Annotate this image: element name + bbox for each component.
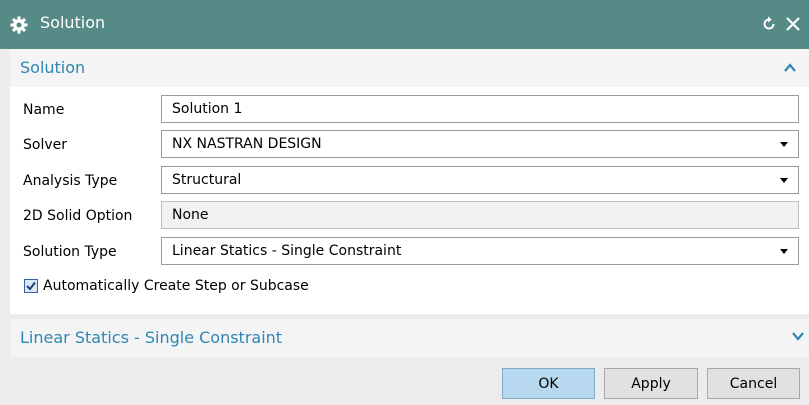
ok-button[interactable]: OK xyxy=(502,368,595,399)
chevron-up-icon[interactable] xyxy=(783,61,797,75)
solution-type-label: Solution Type xyxy=(23,244,117,260)
analysis-type-label: Analysis Type xyxy=(23,173,118,189)
auto-create-checkbox[interactable] xyxy=(24,279,38,293)
solver-value: NX NASTRAN DESIGN xyxy=(172,136,322,152)
section-header-solution[interactable]: Solution xyxy=(10,49,809,87)
dropdown-arrow-icon xyxy=(780,178,788,183)
dialog-titlebar: Solution xyxy=(0,0,809,49)
apply-button[interactable]: Apply xyxy=(604,368,698,399)
name-value: Solution 1 xyxy=(172,101,243,117)
dropdown-arrow-icon xyxy=(780,142,788,147)
dropdown-arrow-icon xyxy=(780,249,788,254)
auto-create-label[interactable]: Automatically Create Step or Subcase xyxy=(43,278,309,294)
analysis-type-select[interactable]: Structural xyxy=(161,166,799,194)
solution-panel: Solution Name Solution 1 Solver NX NASTR… xyxy=(10,49,809,314)
solid-option-2d-value: None xyxy=(172,207,209,223)
close-icon[interactable] xyxy=(785,16,801,32)
gear-icon xyxy=(10,16,28,34)
solid-option-2d-label: 2D Solid Option xyxy=(23,208,133,224)
cancel-button[interactable]: Cancel xyxy=(707,368,800,399)
chevron-down-icon[interactable] xyxy=(791,329,805,343)
reset-icon[interactable] xyxy=(760,15,778,33)
solver-label: Solver xyxy=(23,137,67,153)
solver-select[interactable]: NX NASTRAN DESIGN xyxy=(161,130,799,158)
section-title-linear-statics: Linear Statics - Single Constraint xyxy=(20,328,283,347)
checkmark-icon xyxy=(26,281,36,291)
solution-type-value: Linear Statics - Single Constraint xyxy=(172,243,402,259)
section-title-solution: Solution xyxy=(20,58,86,77)
analysis-type-value: Structural xyxy=(172,172,242,188)
section-header-linear-statics[interactable]: Linear Statics - Single Constraint xyxy=(10,319,809,357)
solid-option-2d-field: None xyxy=(161,201,799,229)
name-field[interactable]: Solution 1 xyxy=(161,95,799,123)
solution-type-select[interactable]: Linear Statics - Single Constraint xyxy=(161,237,799,265)
name-label: Name xyxy=(23,102,65,118)
dialog-title: Solution xyxy=(40,13,106,32)
